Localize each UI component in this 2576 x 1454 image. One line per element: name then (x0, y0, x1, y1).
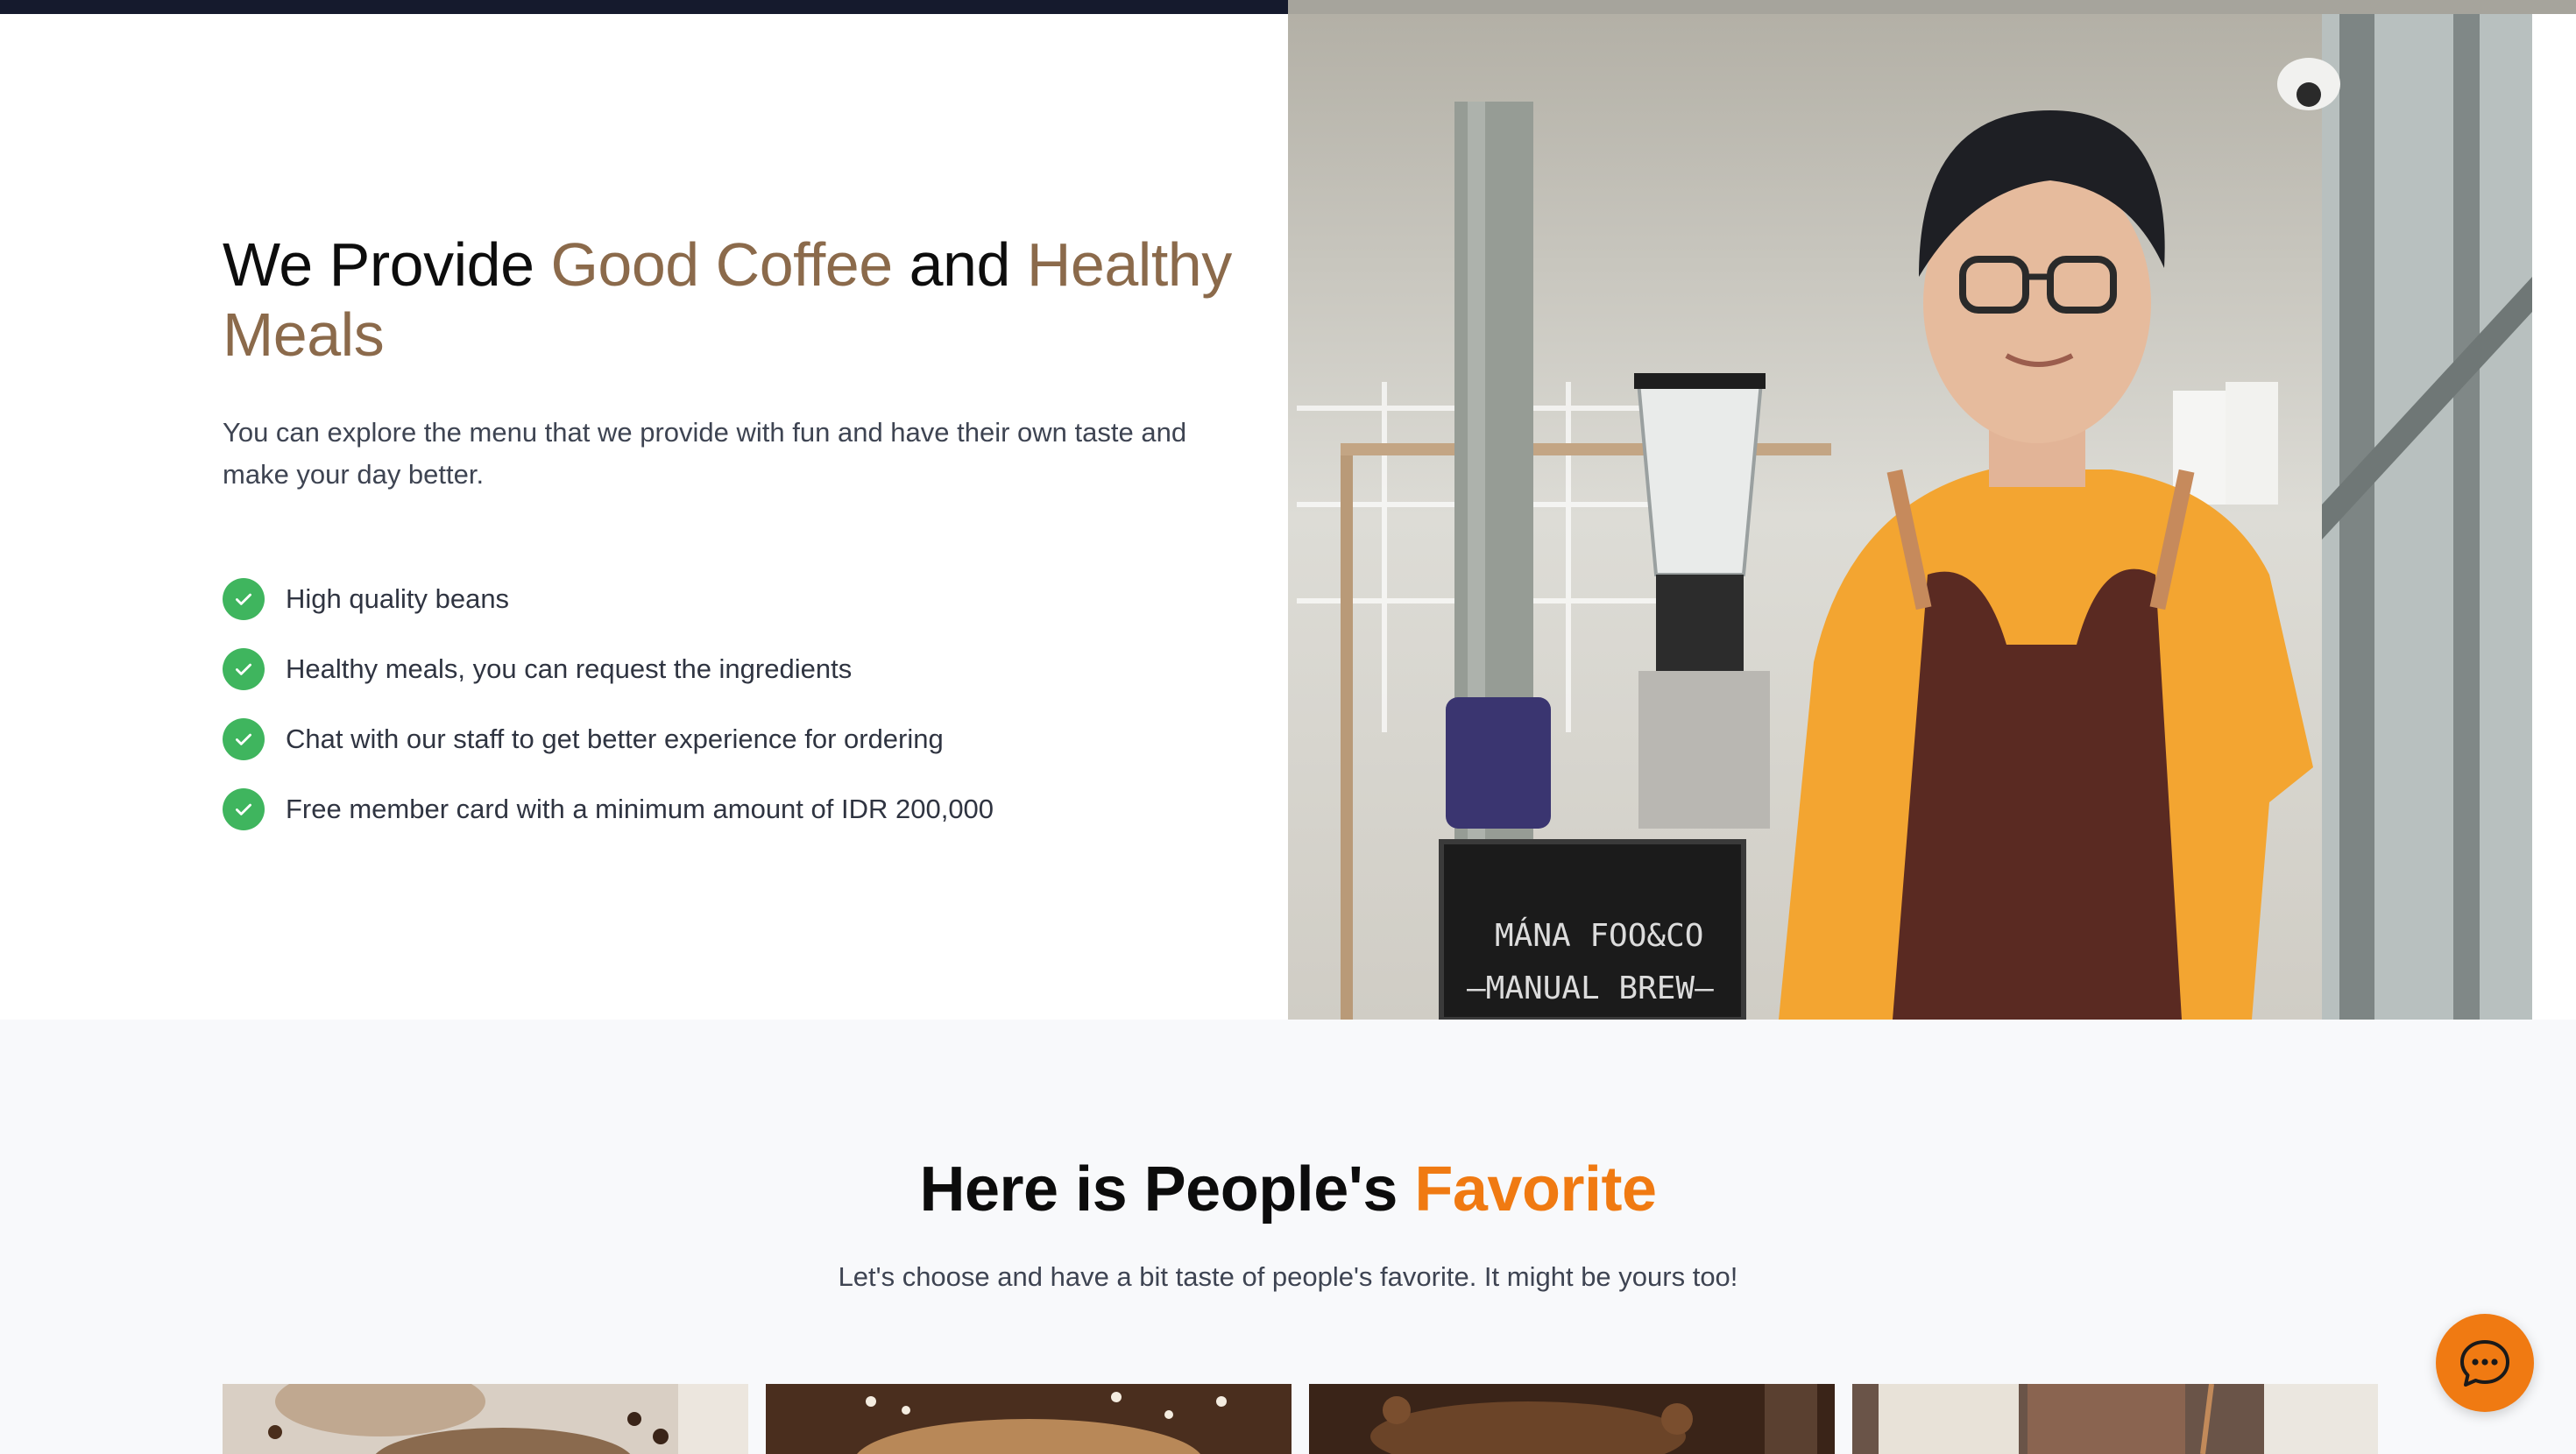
favorites-section: Here is People's Favorite Let's choose a… (0, 1020, 2576, 1454)
check-circle-icon (223, 718, 265, 760)
navbar-bottom-edge (0, 0, 1288, 14)
feature-item: Free member card with a minimum amount o… (223, 774, 1256, 844)
favorite-card[interactable] (223, 1384, 748, 1454)
favorites-title-part1: Here is People's (919, 1154, 1415, 1225)
favorite-card[interactable] (1309, 1384, 1835, 1454)
favorite-card[interactable] (1852, 1384, 2378, 1454)
hero-barista-photo: MÁNA FOO&CO —MANUAL BREW— (1288, 14, 2532, 1020)
feature-label: Healthy meals, you can request the ingre… (286, 653, 853, 684)
hero-title: We Provide Good Coffee and Healthy Meals (223, 229, 1256, 370)
favorites-title: Here is People's Favorite (0, 1153, 2576, 1226)
feature-label: Chat with our staff to get better experi… (286, 723, 944, 754)
sign-line2: —MANUAL BREW— (1467, 971, 1714, 1006)
hero-title-accent-coffee: Good Coffee (550, 230, 893, 299)
check-circle-icon (223, 788, 265, 830)
hero-title-part1: We Provide (223, 230, 551, 299)
favorite-card-image (766, 1384, 1292, 1454)
favorite-card-image (223, 1384, 748, 1454)
favorite-card-image (1852, 1384, 2378, 1454)
favorites-title-accent: Favorite (1414, 1154, 1657, 1225)
favorite-card-image (1309, 1384, 1835, 1454)
favorite-card[interactable] (766, 1384, 1292, 1454)
feature-label: High quality beans (286, 583, 510, 614)
sign-line1: MÁNA FOO&CO (1495, 917, 1703, 954)
hero-description: You can explore the menu that we provide… (223, 417, 1187, 490)
feature-item: Healthy meals, you can request the ingre… (223, 634, 1256, 704)
chat-bubble-icon (2460, 1340, 2509, 1387)
chat-button[interactable] (2436, 1314, 2534, 1412)
feature-list: High quality beans Healthy meals, you ca… (223, 564, 1256, 844)
hero-title-part2: and (892, 230, 1027, 299)
favorites-description: Let's choose and have a bit taste of peo… (838, 1261, 1738, 1292)
feature-label: Free member card with a minimum amount o… (286, 794, 994, 824)
hero-photo-gutter (2532, 14, 2576, 1020)
check-circle-icon (223, 648, 265, 690)
hero-section: We Provide Good Coffee and Healthy Meals… (0, 14, 1288, 1020)
check-circle-icon (223, 578, 265, 620)
navbar-photo-edge (1288, 0, 2576, 14)
feature-item: High quality beans (223, 564, 1256, 634)
feature-item: Chat with our staff to get better experi… (223, 704, 1256, 774)
page: We Provide Good Coffee and Healthy Meals… (0, 0, 2576, 1454)
barista-illustration: MÁNA FOO&CO —MANUAL BREW— (1288, 14, 2532, 1020)
